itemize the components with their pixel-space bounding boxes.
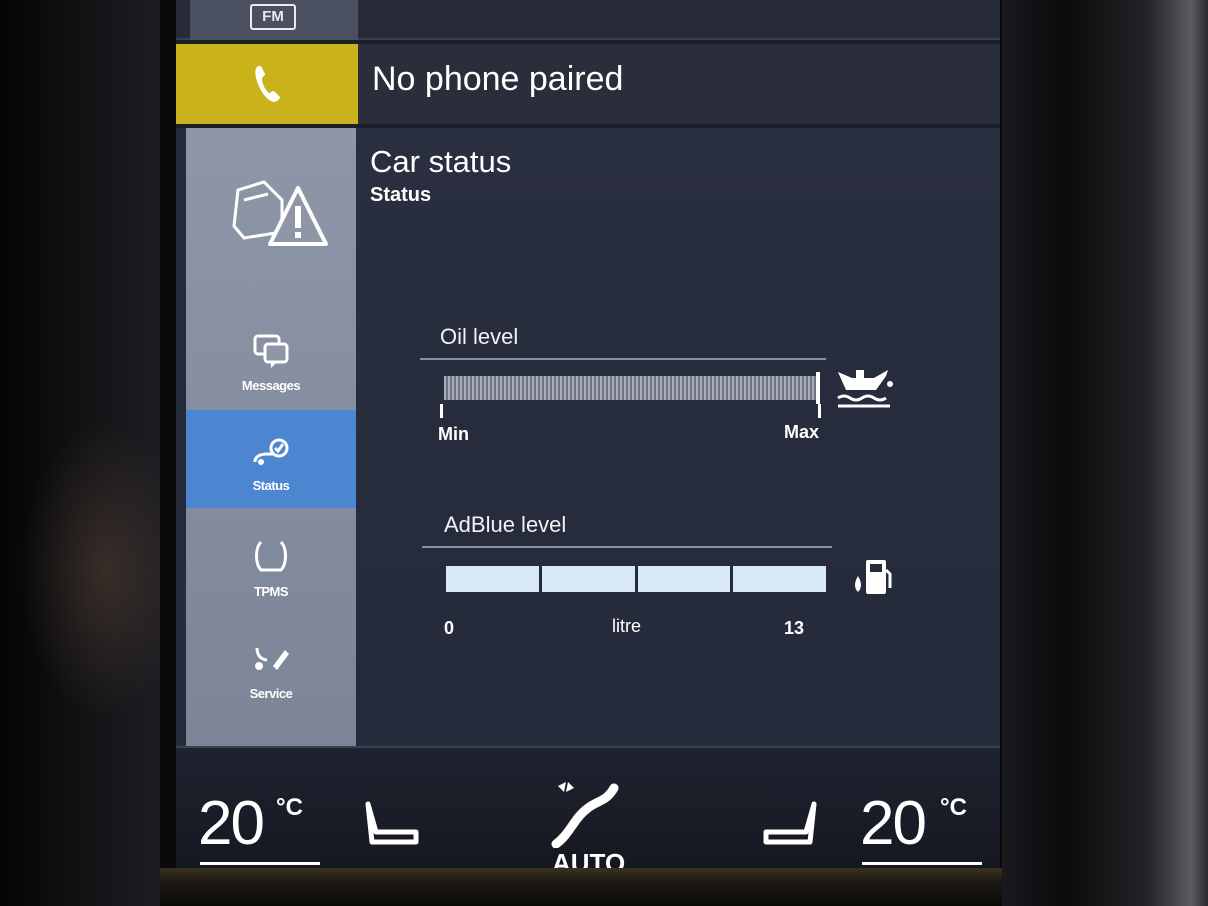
left-seat-heat-icon[interactable]	[362, 798, 422, 852]
fan-auto-icon[interactable]	[548, 778, 622, 848]
oil-can-icon	[837, 370, 893, 408]
sidebar-item-label: Status	[252, 478, 290, 493]
left-temp-unit: °C	[276, 794, 303, 821]
adblue-segment	[637, 566, 731, 592]
radio-row[interactable]: FM	[176, 0, 1000, 40]
phone-tile[interactable]	[176, 44, 358, 124]
sidebar-item-tpms[interactable]: TPMS	[186, 516, 356, 614]
adblue-segment	[733, 566, 826, 592]
right-seat-heat-icon[interactable]	[760, 798, 820, 852]
left-temp-value[interactable]: 20	[198, 788, 265, 859]
adblue-divider	[422, 546, 832, 548]
oil-max-tick	[818, 404, 821, 418]
tpms-icon	[255, 540, 287, 572]
oil-level-marker	[816, 372, 820, 404]
oil-level-label: Oil level	[440, 324, 519, 349]
right-temp-slider[interactable]	[862, 862, 982, 865]
left-temp-slider[interactable]	[200, 862, 320, 865]
fan-mode-label[interactable]: AUTO	[552, 848, 625, 868]
fm-badge: FM	[250, 4, 296, 30]
status-content: Car status Status Oil level Min Max AdBl…	[356, 128, 1000, 746]
right-temp-unit: °C	[940, 794, 967, 821]
sidebar: Messages Status TPMS Service	[186, 128, 356, 746]
infotainment-screen: FM No phone paired Messages Status TPMS …	[176, 0, 1000, 868]
screen-reflection	[20, 420, 160, 720]
adblue-level-bar	[446, 566, 826, 592]
phone-row[interactable]: No phone paired	[176, 44, 1000, 124]
oil-min-label: Min	[438, 424, 469, 444]
adblue-unit-label: litre	[612, 616, 642, 636]
messages-icon	[253, 334, 289, 368]
sidebar-item-messages[interactable]: Messages	[186, 310, 356, 408]
sidebar-item-status[interactable]: Status	[186, 410, 356, 508]
sidebar-item-service[interactable]: Service	[186, 618, 356, 716]
page-subtitle: Status	[370, 184, 432, 206]
oil-level-bar	[444, 376, 816, 400]
climate-bar: 20 °C AUTO 20 °C	[176, 746, 1000, 868]
car-status-icon	[253, 438, 289, 465]
adblue-min-value: 0	[444, 618, 455, 638]
sidebar-item-label: Messages	[241, 378, 301, 393]
bezel-bottom	[160, 868, 1002, 906]
adblue-segment	[446, 566, 539, 592]
page-title: Car status	[370, 144, 512, 179]
adblue-segment	[541, 566, 635, 592]
bezel-right	[1002, 0, 1208, 906]
oil-divider	[420, 358, 826, 360]
radio-tile[interactable]: FM	[190, 0, 358, 40]
adblue-level-label: AdBlue level	[444, 512, 567, 537]
right-temp-value[interactable]: 20	[860, 788, 927, 859]
oil-min-tick	[440, 404, 443, 418]
adblue-max-value: 13	[784, 618, 805, 638]
sidebar-item-label: TPMS	[253, 584, 289, 599]
car-status-app: Messages Status TPMS Service Car status …	[176, 128, 1000, 746]
sidebar-item-label: Service	[249, 686, 293, 701]
phone-icon	[255, 66, 280, 102]
service-icon	[255, 647, 289, 670]
adblue-pump-icon	[855, 560, 892, 594]
phone-status-text: No phone paired	[372, 60, 624, 98]
oil-max-label: Max	[784, 422, 820, 442]
car-warning-icon	[232, 180, 328, 246]
